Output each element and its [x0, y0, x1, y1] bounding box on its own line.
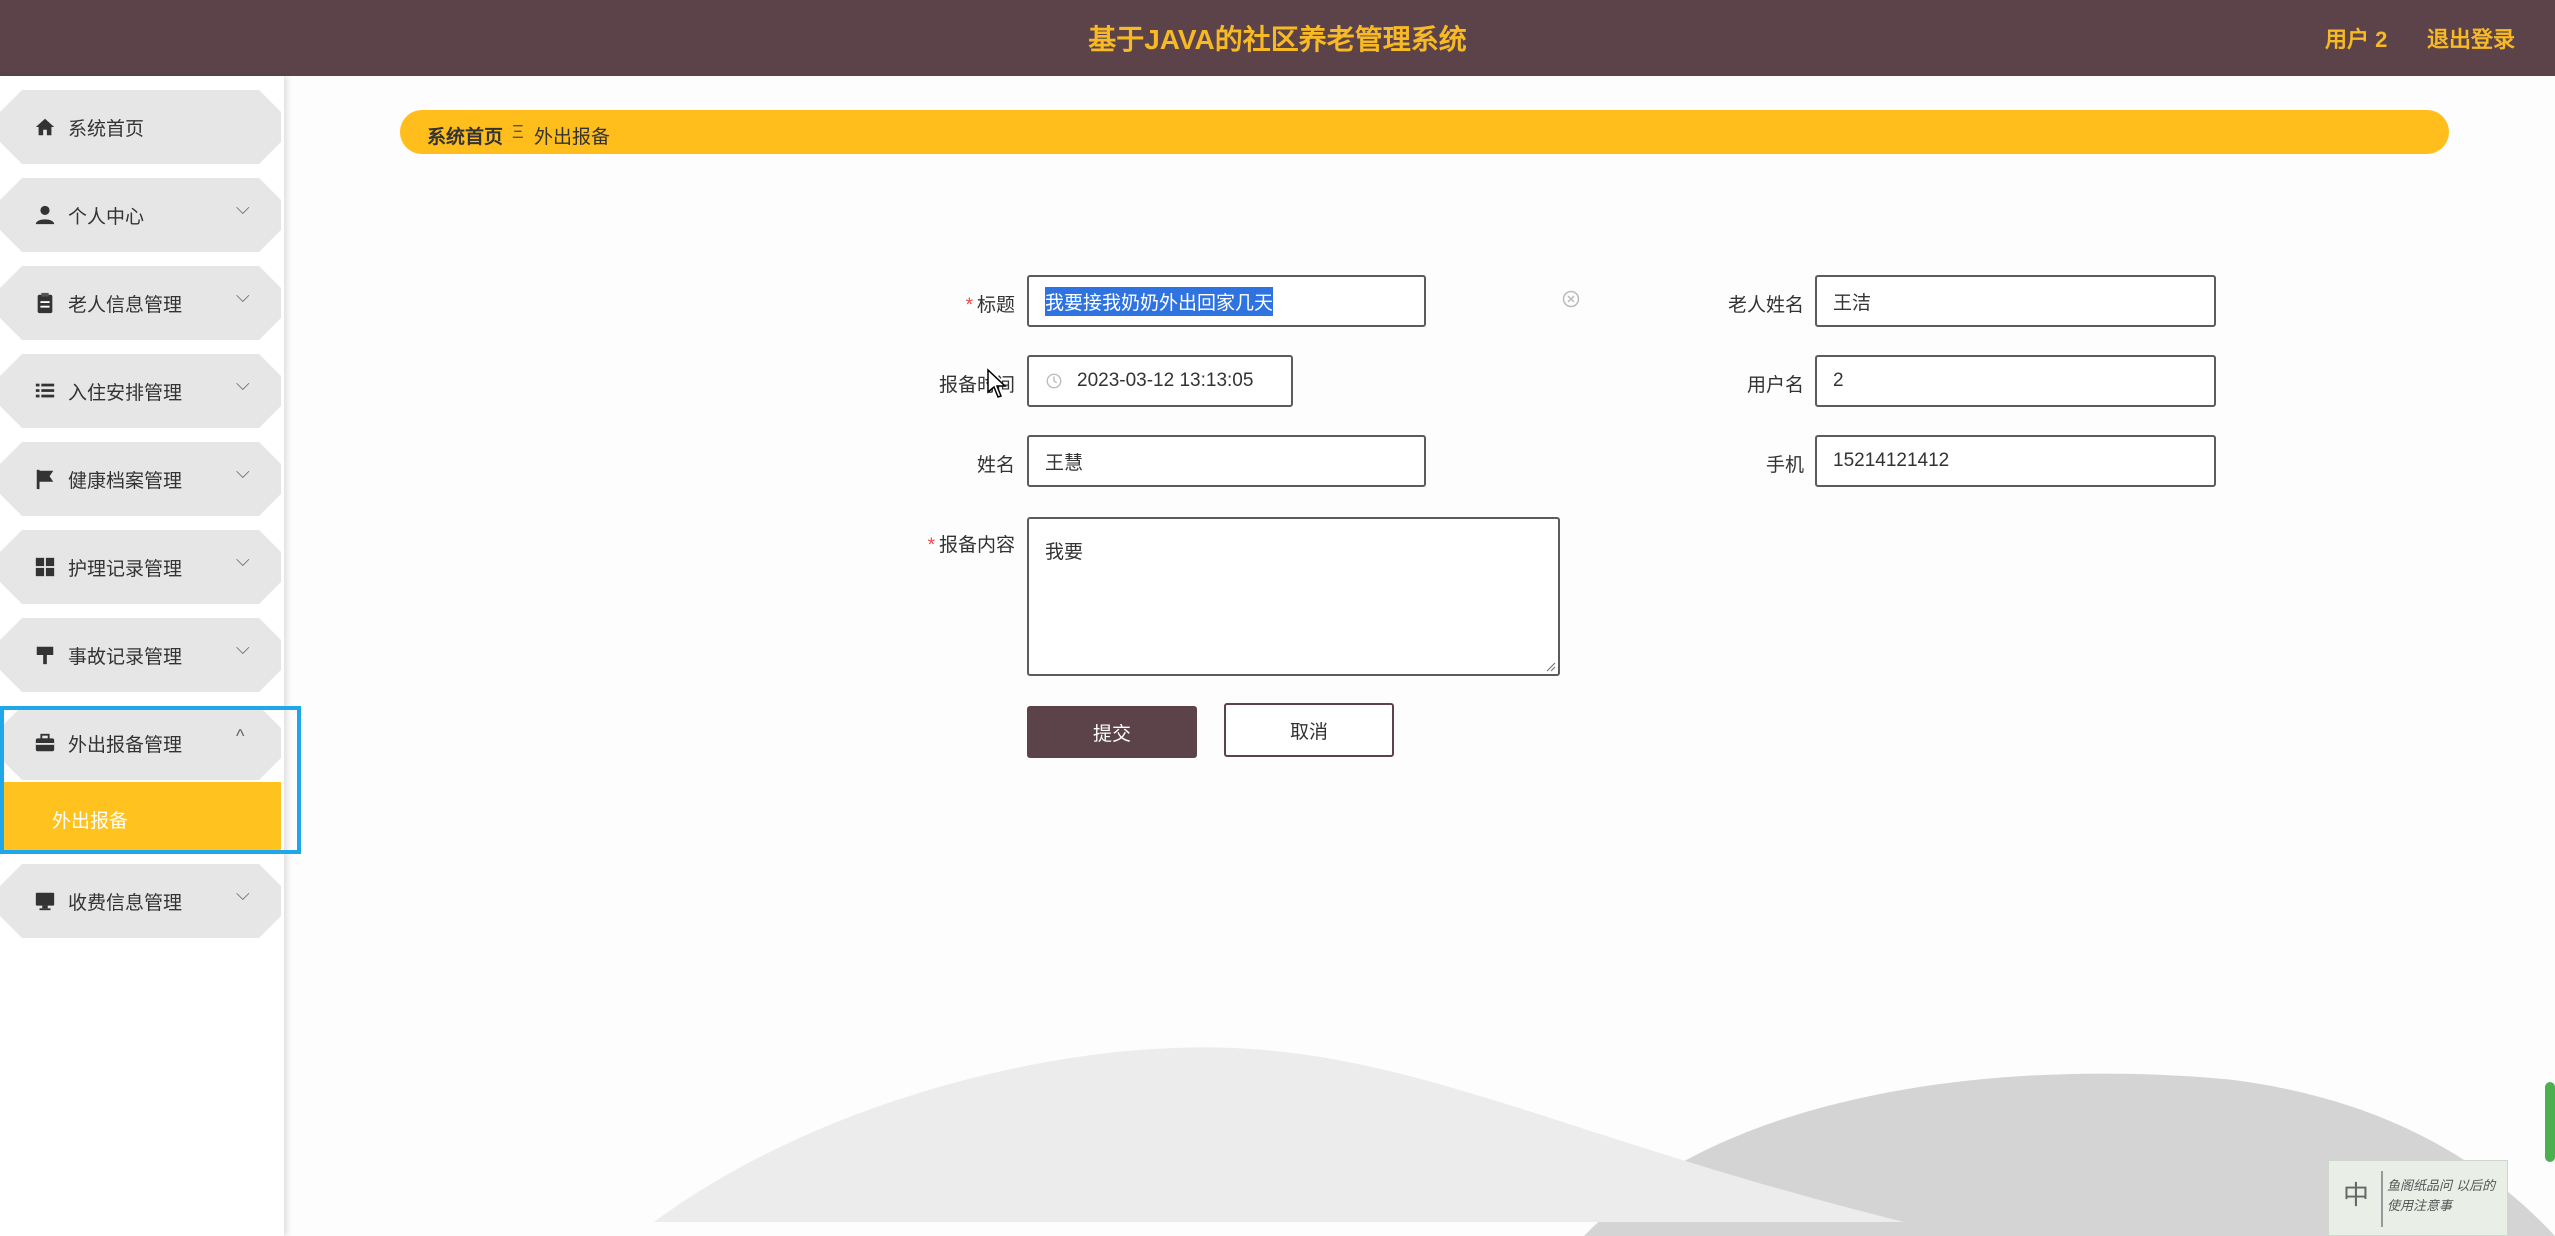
breadcrumb-separator-icon: Ξ — [512, 122, 524, 142]
breadcrumb-current: 外出报备 — [534, 127, 611, 148]
logout-link[interactable]: 退出登录 — [2427, 22, 2515, 54]
username-label: 用户名 — [1746, 375, 1804, 396]
ime-widget[interactable]: 中 鱼阁纸品问 以后的使用注意事 — [2328, 1160, 2508, 1236]
breadcrumb: 系统首页 Ξ 外出报备 — [400, 110, 2449, 154]
sidebar: 系统首页 个人中心 ⌵ 老人信息管理 ⌵ 入住安排管理 ⌵ 健康档案管理 ⌵ 护… — [0, 76, 284, 1236]
content-value: 我要 — [1045, 542, 1084, 563]
chevron-down-icon: ⌵ — [236, 462, 250, 482]
sidebar-subitem-label: 外出报备 — [52, 811, 129, 832]
chevron-down-icon: ⌵ — [236, 884, 250, 904]
clock-icon — [1046, 373, 1062, 389]
decorative-hills — [654, 1047, 2555, 1236]
chevron-down-icon: ⌵ — [236, 374, 250, 394]
resize-grip-icon[interactable] — [1544, 660, 1556, 672]
chevron-down-icon: ⌵ — [236, 638, 250, 658]
sidebar-item-health[interactable]: 健康档案管理 ⌵ — [0, 442, 281, 516]
grid-icon — [35, 557, 55, 577]
sidebar-item-fees[interactable]: 收费信息管理 ⌵ — [0, 864, 281, 938]
sidebar-item-elder-info[interactable]: 老人信息管理 ⌵ — [0, 266, 281, 340]
chevron-up-icon: ^ — [236, 726, 245, 746]
flag-icon — [36, 469, 54, 490]
name-value: 王慧 — [1045, 452, 1084, 474]
ime-handwriting: 鱼阁纸品问 以后的使用注意事 — [2387, 1179, 2496, 1214]
cancel-button[interactable]: 取消 — [1224, 703, 1394, 757]
clear-icon[interactable] — [1561, 289, 1581, 309]
content-textarea[interactable]: 我要 — [1027, 517, 1560, 676]
scrollbar-thumb[interactable] — [2545, 1082, 2555, 1162]
sidebar-item-label: 健康档案管理 — [68, 471, 183, 492]
sidebar-item-accident[interactable]: 事故记录管理 ⌵ — [0, 618, 281, 692]
sidebar-item-outing-report[interactable]: 外出报备管理 ^ — [0, 706, 281, 780]
report-time-picker[interactable]: 2023-03-12 13:13:05 — [1027, 355, 1293, 407]
report-time-value: 2023-03-12 13:13:05 — [1077, 370, 1254, 391]
sidebar-item-label: 收费信息管理 — [68, 893, 183, 914]
title-value: 我要接我奶奶外出回家几天 — [1045, 286, 1274, 316]
current-user[interactable]: 用户 2 — [2325, 22, 2387, 54]
username-value: 2 — [1833, 370, 1844, 391]
home-icon — [35, 118, 55, 136]
monitor-icon — [35, 892, 55, 911]
breadcrumb-home[interactable]: 系统首页 — [427, 122, 503, 149]
top-bar: 基于JAVA的社区养老管理系统 用户 2 退出登录 — [0, 0, 2555, 76]
sidebar-item-home[interactable]: 系统首页 — [0, 90, 281, 164]
elder-name-input[interactable]: 王洁 — [1815, 275, 2216, 327]
sidebar-item-label: 个人中心 — [68, 207, 145, 228]
ime-divider — [2381, 1171, 2383, 1227]
phone-label: 手机 — [1765, 455, 1804, 476]
ime-mode-label: 中 — [2343, 1180, 2370, 1210]
phone-value: 15214121412 — [1833, 450, 1950, 471]
sidebar-item-label: 护理记录管理 — [68, 559, 183, 580]
app-title: 基于JAVA的社区养老管理系统 — [1088, 24, 1467, 55]
person-icon — [35, 205, 55, 225]
sidebar-item-personal-center[interactable]: 个人中心 ⌵ — [0, 178, 281, 252]
required-mark: * — [927, 535, 935, 556]
elder-name-value: 王洁 — [1833, 292, 1872, 314]
list-icon — [35, 383, 55, 398]
chevron-down-icon: ⌵ — [236, 550, 250, 570]
clipboard-icon — [37, 292, 53, 314]
sidebar-item-label: 入住安排管理 — [68, 383, 183, 404]
content-label: * 报备内容 — [927, 535, 1015, 556]
title-label: * 标题 — [965, 295, 1015, 316]
sidebar-subitem-outing-report[interactable]: 外出报备 — [0, 782, 281, 854]
report-time-label: 报备时间 — [938, 375, 1015, 396]
name-label: 姓名 — [976, 455, 1015, 476]
sidebar-item-label: 事故记录管理 — [68, 647, 183, 668]
sidebar-item-label: 老人信息管理 — [68, 295, 183, 316]
name-input[interactable]: 王慧 — [1027, 435, 1426, 487]
stamp-icon — [36, 646, 54, 665]
required-mark: * — [965, 295, 973, 316]
sidebar-item-label: 系统首页 — [68, 119, 145, 140]
username-input[interactable]: 2 — [1815, 355, 2216, 407]
title-input[interactable]: 我要接我奶奶外出回家几天 — [1027, 275, 1426, 327]
briefcase-icon — [35, 733, 55, 752]
phone-input[interactable]: 15214121412 — [1815, 435, 2216, 487]
sidebar-item-checkin[interactable]: 入住安排管理 ⌵ — [0, 354, 281, 428]
elder-name-label: 老人姓名 — [1727, 295, 1804, 316]
chevron-down-icon: ⌵ — [236, 286, 250, 306]
submit-button[interactable]: 提交 — [1027, 706, 1197, 758]
chevron-down-icon: ⌵ — [236, 198, 250, 218]
sidebar-item-label: 外出报备管理 — [68, 735, 183, 756]
sidebar-item-nursing[interactable]: 护理记录管理 ⌵ — [0, 530, 281, 604]
